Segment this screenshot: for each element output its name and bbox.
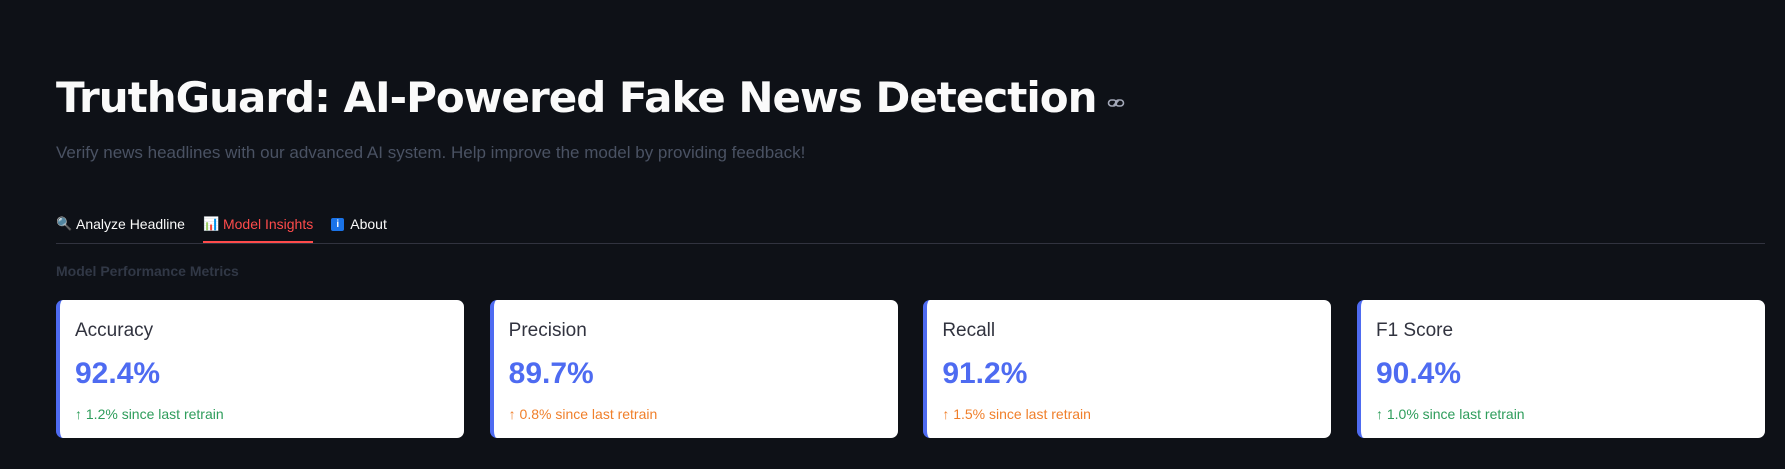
app-page: TruthGuard: AI-Powered Fake News Detecti… (0, 0, 1785, 469)
info-icon: i (331, 217, 345, 231)
tab-label: Analyze Headline (76, 216, 185, 232)
page-title: TruthGuard: AI-Powered Fake News Detecti… (56, 73, 1097, 122)
tab-label: Model Insights (222, 216, 314, 232)
tab-analyze-headline[interactable]: 🔍 Analyze Headline (56, 207, 185, 241)
tab-bar: 🔍 Analyze Headline 📊 Model Insights i Ab… (56, 207, 1765, 244)
metric-delta: ↑ 1.0% since last retrain (1375, 406, 1525, 422)
magnifier-icon: 🔍 (56, 216, 73, 231)
metric-value: 91.2% (942, 357, 1028, 390)
tab-label: About (350, 216, 387, 232)
tab-about[interactable]: i About (331, 207, 387, 241)
metric-delta: ↑ 1.2% since last retrain (75, 406, 224, 422)
metric-card-accuracy: Accuracy 92.4% ↑ 1.2% since last retrain (56, 300, 464, 438)
metric-card-f1-score: F1 Score 90.4% ↑ 1.0% since last retrain (1356, 300, 1765, 438)
metric-label: Precision (508, 320, 587, 341)
title-row: TruthGuard: AI-Powered Fake News Detecti… (56, 72, 1126, 124)
metric-label: Recall (942, 320, 996, 341)
metric-delta: ↑ 1.5% since last retrain (942, 406, 1091, 422)
metrics-row: Accuracy 92.4% ↑ 1.2% since last retrain… (56, 300, 1765, 438)
metric-delta: ↑ 0.8% since last retrain (508, 406, 658, 422)
metric-value: 92.4% (75, 357, 161, 390)
metric-card-recall: Recall 91.2% ↑ 1.5% since last retrain (923, 300, 1332, 438)
link-icon[interactable] (1106, 93, 1126, 113)
metric-value: 89.7% (508, 357, 594, 390)
bar-chart-icon: 📊 (202, 216, 220, 231)
page-subtitle: Verify news headlines with our advanced … (56, 143, 806, 162)
metric-card-precision: Precision 89.7% ↑ 0.8% since last retrai… (489, 300, 898, 438)
tab-model-insights[interactable]: 📊 Model Insights (202, 207, 314, 243)
metric-label: F1 Score (1375, 320, 1454, 341)
metric-value: 90.4% (1375, 357, 1462, 390)
section-heading: Model Performance Metrics (56, 263, 239, 279)
metric-label: Accuracy (75, 320, 154, 341)
